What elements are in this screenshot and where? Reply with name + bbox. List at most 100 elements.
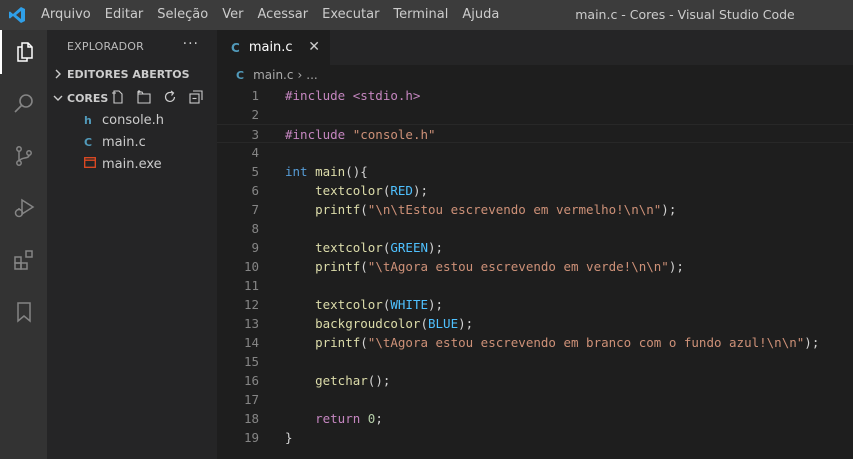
code-line: 19}	[217, 428, 853, 447]
files-icon[interactable]	[0, 30, 47, 74]
line-number: 16	[243, 373, 259, 388]
code-token: int	[285, 164, 308, 179]
breadcrumb-symbol[interactable]: ...	[306, 68, 317, 82]
explorer-sidebar: EXPLORADOR ··· EDITORES ABERTOS CORES h …	[47, 30, 217, 459]
menu-arquivo[interactable]: Arquivo	[34, 0, 98, 30]
code-line: 5 int main(){	[217, 162, 853, 181]
code-line: 18 return 0;	[217, 409, 853, 428]
line-number: 6	[251, 183, 259, 198]
new-file-icon[interactable]	[110, 89, 126, 108]
file-item[interactable]: Cmain.c	[47, 131, 217, 153]
code-token: );	[668, 259, 684, 274]
line-number: 18	[243, 411, 259, 426]
code-text: #include "console.h"	[285, 125, 436, 144]
code-line: 11	[217, 276, 853, 295]
menu-seleção[interactable]: Seleção	[150, 0, 215, 30]
code-token: "\tAgora estou escrevendo em branco com …	[367, 335, 805, 350]
code-token: );	[428, 297, 444, 312]
editor-area: C main.c ✕ C main.c › ... 1 #include <std…	[217, 30, 853, 459]
menu-ver[interactable]: Ver	[215, 0, 250, 30]
file-label: main.exe	[102, 156, 162, 172]
line-number: 4	[251, 145, 259, 160]
menu-ajuda[interactable]: Ajuda	[455, 0, 506, 30]
code-line: 1 #include <stdio.h>	[217, 86, 853, 105]
code-text: printf("\tAgora estou escrevendo em verd…	[285, 257, 684, 276]
code-token: return	[285, 411, 361, 426]
code-token: (	[360, 259, 368, 274]
menu-executar[interactable]: Executar	[315, 0, 386, 30]
menu-editar[interactable]: Editar	[98, 0, 151, 30]
new-folder-icon[interactable]	[136, 89, 152, 108]
code-line: 12 textcolor(WHITE);	[217, 295, 853, 314]
menu-acessar[interactable]: Acessar	[250, 0, 315, 30]
code-line: 17	[217, 390, 853, 409]
run-debug-icon[interactable]	[0, 186, 47, 230]
code-token: main	[307, 164, 346, 179]
line-number: 1	[251, 88, 259, 103]
more-actions-icon[interactable]: ···	[183, 36, 199, 52]
vscode-logo-icon	[0, 0, 34, 30]
code-token: printf	[285, 202, 361, 217]
code-token: #include <stdio.h>	[285, 88, 421, 103]
code-text: printf("\n\tEstou escrevendo em vermelho…	[285, 200, 676, 219]
code-text: int main(){	[285, 162, 368, 181]
close-icon[interactable]: ✕	[308, 39, 320, 55]
code-token: GREEN	[390, 240, 429, 255]
line-number: 14	[243, 335, 259, 350]
refresh-icon[interactable]	[162, 89, 178, 108]
open-editors-section[interactable]: EDITORES ABERTOS	[47, 63, 217, 85]
code-token: getchar	[285, 373, 368, 388]
code-token: "console.h"	[352, 127, 436, 142]
chevron-down-icon	[51, 93, 65, 103]
code-text: backgroudcolor(BLUE);	[285, 314, 473, 333]
menu-terminal[interactable]: Terminal	[386, 0, 455, 30]
code-text: getchar();	[285, 371, 390, 390]
code-line: 15	[217, 352, 853, 371]
breadcrumb: C main.c › ...	[217, 65, 853, 85]
line-number: 5	[251, 164, 259, 179]
code-line: 3 #include "console.h"	[217, 124, 853, 143]
code-token: (){	[345, 164, 368, 179]
search-icon[interactable]	[0, 82, 47, 126]
code-editor[interactable]: 1 #include <stdio.h> 2 3 #include "console.h…	[217, 86, 853, 447]
folder-section[interactable]: CORES	[47, 87, 217, 109]
window-title: main.c - Cores - Visual Studio Code	[575, 7, 795, 22]
code-token: (	[360, 335, 368, 350]
code-token: (	[420, 316, 428, 331]
line-number: 7	[251, 202, 259, 217]
code-text: textcolor(WHITE);	[285, 295, 443, 314]
source-control-icon[interactable]	[0, 134, 47, 178]
code-token: "\tAgora estou escrevendo em verde!\n\n"	[367, 259, 669, 274]
code-token: );	[804, 335, 820, 350]
code-token: (	[360, 202, 368, 217]
tab-main-c[interactable]: C main.c ✕	[217, 30, 330, 65]
code-token: );	[428, 240, 444, 255]
code-line: 16 getchar();	[217, 371, 853, 390]
line-number: 9	[251, 240, 259, 255]
bookmarks-icon[interactable]	[0, 290, 47, 334]
code-token: #include	[285, 127, 353, 142]
code-token: );	[661, 202, 677, 217]
code-line: 8	[217, 219, 853, 238]
c-file-icon: C	[231, 40, 240, 55]
collapse-all-icon[interactable]	[188, 89, 204, 108]
code-text: return 0;	[285, 409, 383, 428]
file-item[interactable]: main.exe	[47, 153, 217, 175]
code-token: }	[285, 430, 293, 445]
breadcrumb-file[interactable]: main.c	[253, 68, 293, 82]
code-line: 6 textcolor(RED);	[217, 181, 853, 200]
line-number: 12	[243, 297, 259, 312]
code-line: 14 printf("\tAgora estou escrevendo em b…	[217, 333, 853, 352]
code-token: backgroudcolor	[285, 316, 421, 331]
code-token: RED	[390, 183, 413, 198]
line-number: 2	[251, 107, 259, 122]
file-label: main.c	[102, 134, 146, 150]
code-line: 9 textcolor(GREEN);	[217, 238, 853, 257]
code-token: textcolor	[285, 297, 383, 312]
file-item[interactable]: h console.h	[47, 109, 217, 131]
code-text: textcolor(RED);	[285, 181, 428, 200]
code-line: 13 backgroudcolor(BLUE);	[217, 314, 853, 333]
code-token: BLUE	[428, 316, 459, 331]
extensions-icon[interactable]	[0, 238, 47, 282]
